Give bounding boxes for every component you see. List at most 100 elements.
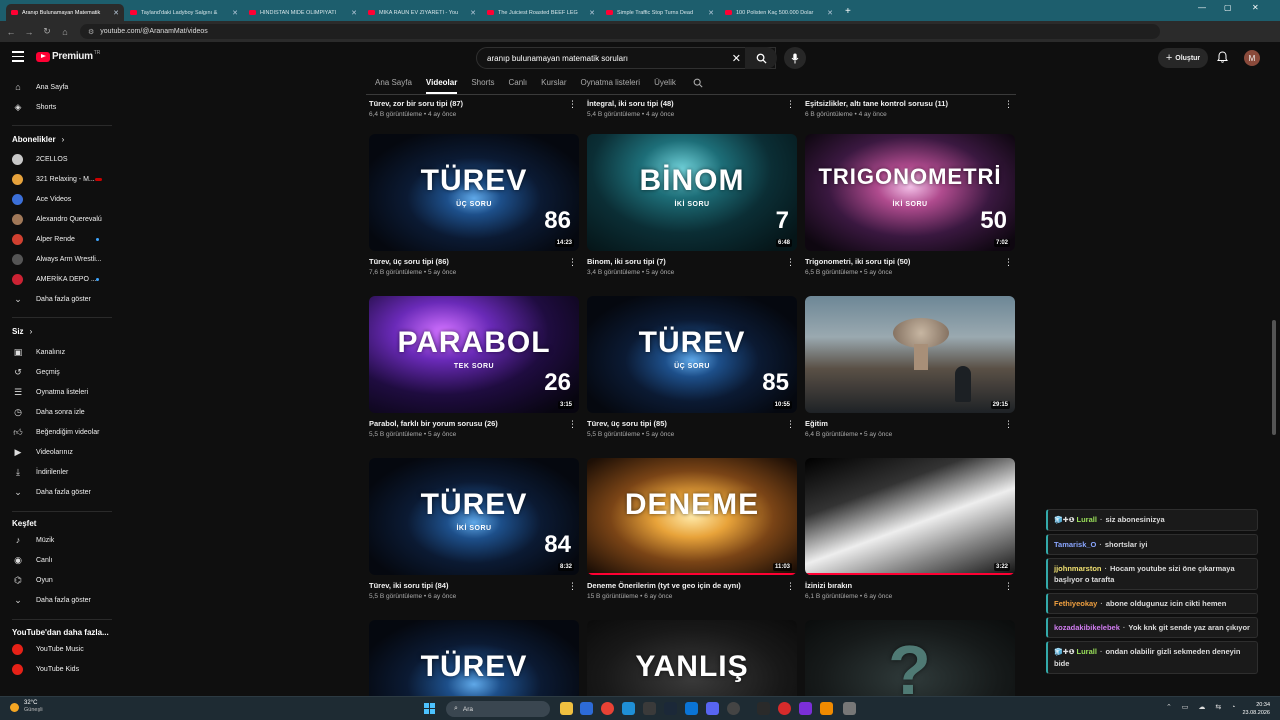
home-browser-icon[interactable]: ⌂ [58, 27, 72, 37]
close-window-icon[interactable]: ✕ [1252, 3, 1259, 12]
account-avatar[interactable]: M [1244, 50, 1260, 66]
sidebar-item[interactable]: YouTube Kids [0, 659, 116, 679]
video-card[interactable]: DENEME 11:03 Deneme Önerilerim (tyt ve geo… [587, 458, 797, 600]
video-card[interactable]: 29:15 Eğitim 6,4 B görüntüleme • 5 ay önce… [805, 296, 1015, 438]
video-title[interactable]: Deneme Önerilerim (tyt ve geo için de ay… [587, 581, 797, 590]
file-explorer-icon[interactable] [560, 702, 573, 715]
chrome-icon[interactable] [601, 702, 614, 715]
video-card[interactable]: TÜREV ÜÇ SORU 86 14:23 Türev, üç soru tipi (… [369, 134, 579, 276]
video-title[interactable]: Türev, zor bir soru tipi (87) [369, 99, 579, 108]
browser-tab[interactable]: Tayland'daki Ladyboy Salgını & ✕ [125, 4, 243, 21]
sidebar-item[interactable]: ◉ Canlı [0, 550, 116, 570]
video-card[interactable]: PARABOL TEK SORU 26 3:15 Parabol, farklı bir… [369, 296, 579, 438]
video-card[interactable]: Türev, zor bir soru tipi (87) 6,4 B görün… [369, 0, 579, 118]
browser-tab[interactable]: HİNDİSTAN MİDE OLİMPİYATI ✕ [244, 4, 362, 21]
sidebar-item[interactable]: Ace Videos [0, 189, 116, 209]
sidebar-item[interactable]: AMERİKA DEPO ... [0, 269, 116, 289]
sidebar-item[interactable]: ◈ Shorts [0, 97, 116, 117]
more-actions-icon[interactable]: ⋮ [568, 581, 577, 592]
sidebar-item[interactable]: ↺ Geçmiş [0, 362, 116, 382]
site-info-icon[interactable]: ⚙ [88, 28, 94, 36]
video-card[interactable]: İntegral, iki soru tipi (48) 5,4 B görünt… [587, 0, 797, 118]
video-title[interactable]: Türev, iki soru tipi (84) [369, 581, 579, 590]
page-scrollbar[interactable] [1272, 320, 1276, 435]
sidebar-item[interactable]: ♪ Müzik [0, 530, 116, 550]
video-thumbnail[interactable]: TRIGONOMETRİ İKİ SORU 50 7:02 [805, 134, 1015, 251]
sidebar-item[interactable]: 2CELLOS [0, 149, 116, 169]
sidebar-item[interactable]: ⌄ Daha fazla göster [0, 289, 116, 309]
taskbar-clock[interactable]: 20:34 23.08.2026 [1242, 701, 1270, 717]
video-thumbnail[interactable]: PARABOL TEK SORU 26 3:15 [369, 296, 579, 413]
video-title[interactable]: Eğitim [805, 419, 1015, 428]
mail-icon[interactable] [685, 702, 698, 715]
video-thumbnail[interactable]: TÜREV ÜÇ SORU 86 14:23 [369, 134, 579, 251]
more-actions-icon[interactable]: ⋮ [786, 257, 795, 268]
twitch-icon[interactable] [799, 702, 812, 715]
video-card[interactable]: TÜREV İKİ SORU 84 8:32 Türev, iki soru tipi … [369, 458, 579, 600]
video-card[interactable]: BİNOM İKİ SORU 7 6:48 Binom, iki soru tipi (… [587, 134, 797, 276]
video-title[interactable]: Eşitsizlikler, altı tane kontrol sorusu … [805, 99, 1015, 108]
menu-icon[interactable] [12, 51, 24, 65]
taskbar-app-icon[interactable] [757, 702, 770, 715]
sidebar-item[interactable]: YouTube Music [0, 639, 116, 659]
sidebar-item[interactable]: ▣ Kanalınız [0, 342, 116, 362]
sidebar-item[interactable]: Alexandro Querevalú [0, 209, 116, 229]
close-tab-icon[interactable]: ✕ [232, 9, 238, 17]
video-title[interactable]: Binom, iki soru tipi (7) [587, 257, 797, 266]
notifications-bell-icon[interactable] [1217, 51, 1228, 66]
video-card[interactable]: Eşitsizlikler, altı tane kontrol sorusu … [805, 0, 1015, 118]
sidebar-item[interactable]: 321 Relaxing - M... [0, 169, 116, 189]
video-card[interactable]: TRIGONOMETRİ İKİ SORU 50 7:02 Trigonometri, … [805, 134, 1015, 276]
video-card[interactable]: 3:22 İzinizi bırakın 6,1 B görüntüleme • 6… [805, 458, 1015, 600]
video-title[interactable]: Türev, üç soru tipi (86) [369, 257, 579, 266]
forward-icon[interactable]: → [22, 27, 36, 37]
more-actions-icon[interactable]: ⋮ [1004, 581, 1013, 592]
vlc-icon[interactable] [820, 702, 833, 715]
create-button[interactable]: + Oluştur [1158, 48, 1208, 68]
taskbar-search-input[interactable]: ⌕ Ara [446, 701, 550, 717]
settings-icon[interactable] [843, 702, 856, 715]
video-title[interactable]: Türev, üç soru tipi (85) [587, 419, 797, 428]
maximize-icon[interactable]: ▢ [1224, 3, 1232, 12]
more-actions-icon[interactable]: ⋮ [568, 99, 577, 110]
windows-start-icon[interactable] [424, 703, 435, 714]
close-tab-icon[interactable]: ✕ [113, 9, 119, 17]
sidebar-section-title[interactable]: Siz › [12, 327, 32, 336]
system-tray[interactable]: ⌃ ▭ ☁ ⇆ ◔ [1166, 703, 1239, 711]
reload-icon[interactable]: ↻ [40, 26, 54, 37]
steam-icon[interactable] [664, 702, 677, 715]
more-actions-icon[interactable]: ⋮ [568, 257, 577, 268]
sidebar-item[interactable]: Alper Rende [0, 229, 116, 249]
sidebar-item[interactable]: ⤓ İndirilenler [0, 462, 116, 482]
video-title[interactable]: İzinizi bırakın [805, 581, 1015, 590]
video-thumbnail[interactable]: TÜREV İKİ SORU 84 8:32 [369, 458, 579, 575]
sidebar-item[interactable]: ▶ Videolarınız [0, 442, 116, 462]
video-title[interactable]: İntegral, iki soru tipi (48) [587, 99, 797, 108]
video-thumbnail[interactable]: 29:15 [805, 296, 1015, 413]
weather-widget[interactable]: 32°C Güneşli [10, 700, 43, 714]
more-actions-icon[interactable]: ⋮ [1004, 257, 1013, 268]
video-thumbnail[interactable]: BİNOM İKİ SORU 7 6:48 [587, 134, 797, 251]
more-actions-icon[interactable]: ⋮ [786, 581, 795, 592]
youtube-logo[interactable]: Premium TR [36, 50, 100, 62]
video-thumbnail[interactable]: TÜREV ÜÇ SORU 85 10:55 [587, 296, 797, 413]
obs-icon[interactable] [727, 702, 740, 715]
video-thumbnail[interactable]: DENEME 11:03 [587, 458, 797, 575]
sidebar-item[interactable]: ⌄ Daha fazla göster [0, 590, 116, 610]
back-icon[interactable]: ← [4, 27, 18, 37]
sidebar-section-title[interactable]: Abonelikler › [12, 135, 64, 144]
video-title[interactable]: Trigonometri, iki soru tipi (50) [805, 257, 1015, 266]
more-actions-icon[interactable]: ⋮ [786, 419, 795, 430]
taskbar-app-icon[interactable] [580, 702, 593, 715]
more-actions-icon[interactable]: ⋮ [1004, 99, 1013, 110]
taskbar-app-icon[interactable] [643, 702, 656, 715]
sidebar-item[interactable]: ⌬ Oyun [0, 570, 116, 590]
video-title[interactable]: Parabol, farklı bir yorum sorusu (26) [369, 419, 579, 428]
video-card[interactable]: TÜREV ÜÇ SORU 85 10:55 Türev, üç soru tipi (… [587, 296, 797, 438]
minimize-icon[interactable]: — [1198, 3, 1206, 12]
video-thumbnail[interactable]: 3:22 [805, 458, 1015, 575]
sidebar-item[interactable]: 👍︎ Beğendiğim videolar [0, 422, 116, 442]
discord-icon[interactable] [706, 702, 719, 715]
record-icon[interactable] [778, 702, 791, 715]
more-actions-icon[interactable]: ⋮ [1004, 419, 1013, 430]
